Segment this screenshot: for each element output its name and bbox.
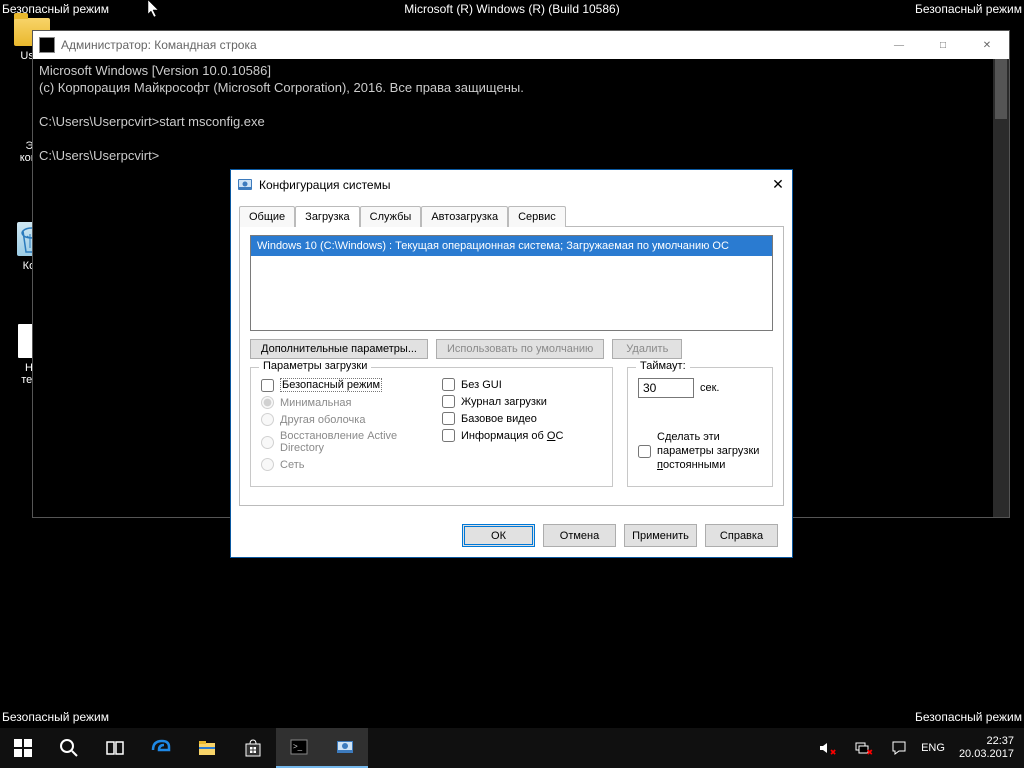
safe-mode-label-tr: Безопасный режим [915, 2, 1022, 16]
task-view-button[interactable] [92, 728, 138, 768]
volume-icon[interactable]: ✖ [818, 740, 841, 756]
maximize-button[interactable]: □ [921, 31, 965, 59]
group-legend: Таймаут: [636, 360, 690, 372]
base-video-checkbox[interactable]: Базовое видео [442, 412, 602, 425]
checkbox-label: Информация об ОС [461, 430, 563, 442]
checkbox-label: Сделать эти параметры загрузки постоянны… [657, 430, 762, 472]
os-boot-info-checkbox[interactable]: Информация об ОС [442, 429, 602, 442]
network-icon[interactable]: ✖ [854, 740, 877, 756]
clock[interactable]: 22:37 20.03.2017 [959, 735, 1014, 761]
cancel-button[interactable]: Отмена [543, 524, 616, 547]
close-button[interactable]: ✕ [770, 176, 786, 192]
boot-log-checkbox[interactable]: Журнал загрузки [442, 395, 602, 408]
language-indicator[interactable]: ENG [921, 742, 945, 754]
store-icon [243, 738, 263, 758]
cmd-title: Администратор: Командная строка [61, 38, 257, 52]
help-button[interactable]: Справка [705, 524, 778, 547]
radio-input [261, 413, 274, 426]
cmd-body[interactable]: Microsoft Windows [Version 10.0.10586] (… [33, 59, 1009, 169]
clock-date: 20.03.2017 [959, 748, 1014, 761]
msconfig-dialog: Конфигурация системы ✕ Общие Загрузка Сл… [230, 169, 793, 558]
radio-label: Сеть [280, 459, 304, 471]
radio-input [261, 436, 274, 449]
cursor-icon [148, 0, 160, 18]
tab-body: Windows 10 (C:\Windows) : Текущая операц… [239, 226, 784, 506]
timeout-unit: сек. [700, 382, 720, 394]
store-button[interactable] [230, 728, 276, 768]
group-legend: Параметры загрузки [259, 360, 371, 372]
radio-minimal: Минимальная [261, 396, 436, 409]
advanced-options-button[interactable]: Дополнительные параметры... [250, 339, 428, 359]
build-label: Microsoft (R) Windows (R) (Build 10586) [404, 2, 619, 16]
permanent-checkbox[interactable]: Сделать эти параметры загрузки постоянны… [638, 430, 762, 472]
no-gui-checkbox[interactable]: Без GUI [442, 378, 602, 391]
edge-button[interactable] [138, 728, 184, 768]
close-button[interactable]: ✕ [965, 31, 1009, 59]
edge-icon [151, 738, 171, 758]
tab-services[interactable]: Службы [360, 206, 422, 227]
start-button[interactable] [0, 728, 46, 768]
checkbox-input[interactable] [638, 445, 651, 458]
cmd-icon: >_ [289, 737, 309, 757]
clock-time: 22:37 [959, 735, 1014, 748]
search-button[interactable] [46, 728, 92, 768]
delete-button: Удалить [612, 339, 682, 359]
radio-ad-repair: Восстановление Active Directory [261, 430, 436, 454]
explorer-icon [197, 738, 217, 758]
action-center-icon[interactable] [891, 740, 907, 756]
explorer-button[interactable] [184, 728, 230, 768]
radio-label: Другая оболочка [280, 414, 365, 426]
dialog-button-row: ОК Отмена Применить Справка [231, 514, 792, 557]
radio-network: Сеть [261, 458, 436, 471]
checkbox-label: Безопасный режим [280, 378, 382, 392]
radio-alt-shell: Другая оболочка [261, 413, 436, 426]
dialog-titlebar[interactable]: Конфигурация системы ✕ [231, 170, 792, 199]
radio-label: Минимальная [280, 397, 352, 409]
tab-tools[interactable]: Сервис [508, 206, 566, 227]
apply-button[interactable]: Применить [624, 524, 697, 547]
minimize-button[interactable]: — [877, 31, 921, 59]
search-icon [59, 738, 79, 758]
checkbox-input[interactable] [442, 429, 455, 442]
radio-input [261, 458, 274, 471]
scrollbar[interactable] [993, 59, 1009, 517]
tab-boot[interactable]: Загрузка [295, 206, 359, 227]
timeout-input[interactable] [638, 378, 694, 398]
checkbox-input[interactable] [261, 379, 274, 392]
boot-options-group: Параметры загрузки Безопасный режим Мини… [250, 367, 613, 487]
msconfig-taskbar-button[interactable] [322, 728, 368, 768]
radio-input [261, 396, 274, 409]
checkbox-label: Журнал загрузки [461, 396, 547, 408]
cmd-icon [39, 37, 55, 53]
checkbox-input[interactable] [442, 378, 455, 391]
task-view-icon [105, 738, 125, 758]
os-list[interactable]: Windows 10 (C:\Windows) : Текущая операц… [250, 235, 773, 331]
taskbar: >_ ✖ ✖ ENG 22:37 20.03.2017 [0, 728, 1024, 768]
checkbox-input[interactable] [442, 412, 455, 425]
dialog-title: Конфигурация системы [259, 178, 390, 192]
checkbox-label: Без GUI [461, 379, 502, 391]
safe-mode-label-br: Безопасный режим [915, 710, 1022, 724]
checkbox-input[interactable] [442, 395, 455, 408]
windows-icon [13, 738, 33, 758]
safe-mode-checkbox[interactable]: Безопасный режим [261, 378, 436, 392]
safe-mode-label-bl: Безопасный режим [2, 710, 109, 724]
set-default-button: Использовать по умолчанию [436, 339, 604, 359]
timeout-group: Таймаут: сек. Сделать эти параметры загр… [627, 367, 773, 487]
checkbox-label: Базовое видео [461, 413, 537, 425]
msconfig-icon [335, 737, 355, 757]
os-list-item[interactable]: Windows 10 (C:\Windows) : Текущая операц… [251, 236, 772, 256]
radio-label: Восстановление Active Directory [280, 430, 436, 454]
scrollbar-thumb[interactable] [995, 59, 1007, 119]
svg-text:>_: >_ [293, 742, 303, 751]
ok-button[interactable]: ОК [462, 524, 535, 547]
tab-general[interactable]: Общие [239, 206, 295, 227]
system-tray: ✖ ✖ ENG 22:37 20.03.2017 [818, 728, 1024, 768]
tab-strip: Общие Загрузка Службы Автозагрузка Серви… [231, 199, 792, 226]
tab-startup[interactable]: Автозагрузка [421, 206, 508, 227]
cmd-taskbar-button[interactable]: >_ [276, 728, 322, 768]
cmd-titlebar[interactable]: Администратор: Командная строка — □ ✕ [33, 31, 1009, 59]
msconfig-icon [237, 177, 253, 193]
